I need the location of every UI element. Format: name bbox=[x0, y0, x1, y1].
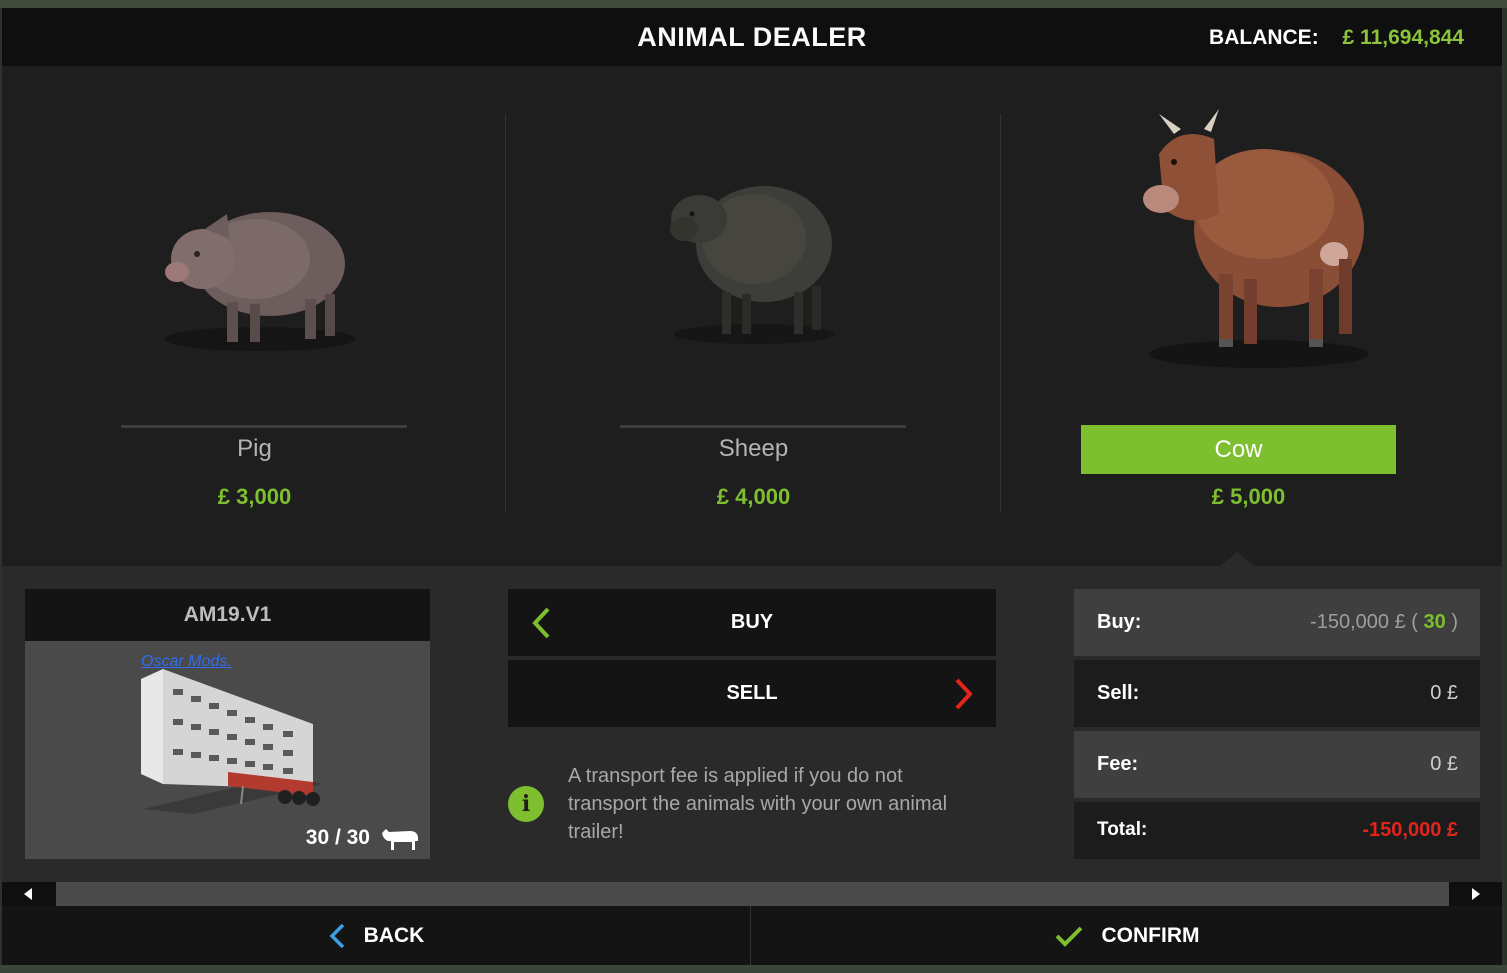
animal-option-pig[interactable]: Pig £ 3,000 bbox=[7, 114, 502, 514]
sell-label: SELL bbox=[726, 682, 778, 704]
summary-total-label: Total: bbox=[1097, 819, 1148, 840]
background-bottom bbox=[0, 965, 1507, 973]
scroll-right-icon[interactable] bbox=[1472, 888, 1480, 900]
animal-price: £ 5,000 bbox=[1211, 484, 1286, 509]
animal-name-selected: Cow bbox=[1081, 425, 1396, 474]
pig-image bbox=[164, 212, 355, 351]
balance-label: BALANCE: bbox=[1209, 26, 1319, 49]
trailer-title: AM19.V1 bbox=[25, 589, 430, 641]
back-chevron-icon bbox=[329, 923, 344, 949]
confirm-button[interactable]: CONFIRM bbox=[752, 906, 1501, 966]
summary-buy-amount: -150,000 £ ( bbox=[1310, 611, 1418, 633]
transaction-panel: AM19.V1 Oscar Mods. 30 / 30 BUY SELL i A… bbox=[2, 566, 1502, 882]
sheep-name-underline bbox=[620, 425, 906, 428]
back-label: BACK bbox=[363, 924, 425, 947]
buy-label: BUY bbox=[730, 611, 774, 633]
trailer-image bbox=[141, 669, 323, 814]
animal-selector: Pig £ 3,000 Sheep £ 4,000 Cow £ 5,000 bbox=[2, 66, 1502, 566]
summary-buy-row: Buy: -150,000 £ ( 30 ) bbox=[1074, 589, 1480, 656]
chevron-right-icon bbox=[955, 678, 973, 710]
animal-price: £ 4,000 bbox=[716, 484, 791, 509]
summary-buy-value: -150,000 £ ( 30 ) bbox=[1310, 611, 1458, 634]
checkmark-icon bbox=[1055, 926, 1082, 947]
summary-fee-value: 0 £ bbox=[1430, 753, 1458, 775]
transport-fee-info: A transport fee is applied if you do not… bbox=[568, 765, 948, 843]
background-top bbox=[0, 0, 1507, 8]
trailer-count-value: 30 / 30 bbox=[305, 826, 370, 849]
confirm-label: CONFIRM bbox=[1101, 924, 1200, 947]
trailer-card[interactable]: AM19.V1 Oscar Mods. 30 / 30 bbox=[25, 589, 430, 859]
summary-buy-count: 30 bbox=[1423, 611, 1446, 633]
back-button[interactable]: BACK bbox=[2, 906, 751, 966]
summary-buy-close: ) bbox=[1451, 611, 1458, 633]
summary-sell-value: 0 £ bbox=[1430, 682, 1458, 704]
summary-sell-label: Sell: bbox=[1097, 682, 1140, 704]
summary-total-row: Total: -150,000 £ bbox=[1074, 802, 1480, 859]
animal-option-sheep[interactable]: Sheep £ 4,000 bbox=[506, 114, 1001, 514]
sell-button[interactable]: SELL bbox=[508, 660, 996, 727]
header-bar: ANIMAL DEALER BALANCE: £ 11,694,844 bbox=[2, 8, 1502, 66]
summary-buy-label: Buy: bbox=[1097, 611, 1142, 633]
cow-icon bbox=[382, 829, 418, 850]
animal-option-cow[interactable]: Cow £ 5,000 bbox=[1001, 109, 1496, 514]
horizontal-scrollbar[interactable] bbox=[2, 882, 1502, 906]
animal-price: £ 3,000 bbox=[217, 484, 292, 509]
summary-total-value: -150,000 £ bbox=[1362, 819, 1458, 841]
footer-bar: BACK CONFIRM bbox=[2, 906, 1502, 966]
trailer-capacity: 30 / 30 bbox=[306, 825, 420, 851]
animal-name: Sheep bbox=[718, 435, 789, 462]
selection-pointer bbox=[1220, 552, 1254, 566]
balance-value: £ 11,694,844 bbox=[1342, 26, 1464, 49]
sheep-image bbox=[669, 186, 834, 344]
cow-image bbox=[1142, 109, 1369, 368]
buy-button[interactable]: BUY bbox=[508, 589, 996, 656]
balance: BALANCE: £ 11,694,844 bbox=[1209, 26, 1464, 50]
scroll-left-icon[interactable] bbox=[24, 888, 32, 900]
summary-fee-row: Fee: 0 £ bbox=[1074, 731, 1480, 798]
animal-name: Pig bbox=[237, 435, 272, 462]
info-icon: i bbox=[508, 786, 544, 822]
scroll-thumb[interactable] bbox=[56, 882, 1449, 906]
summary-fee-label: Fee: bbox=[1097, 753, 1139, 775]
summary-sell-row: Sell: 0 £ bbox=[1074, 660, 1480, 727]
pig-name-underline bbox=[121, 425, 407, 428]
